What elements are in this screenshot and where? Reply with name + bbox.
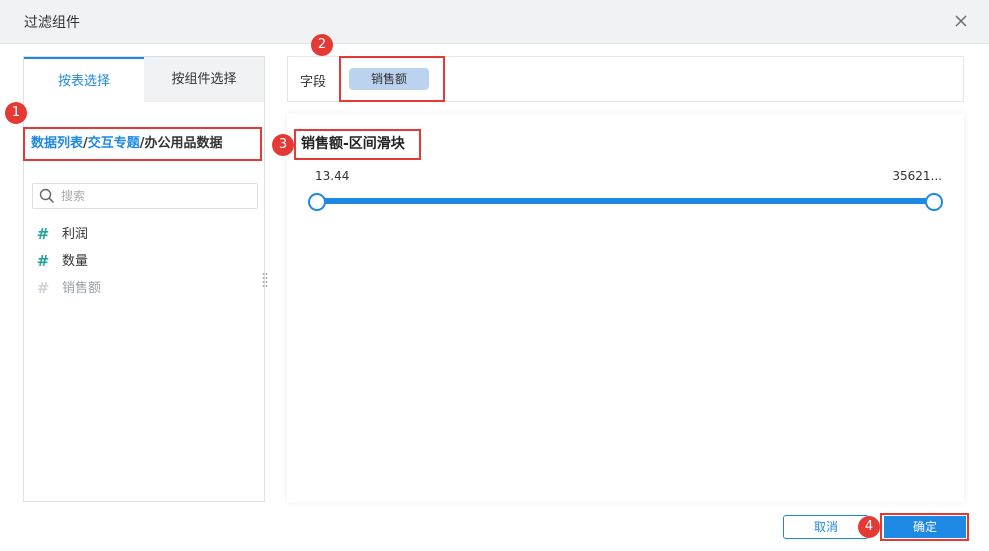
tab-by-table[interactable]: 按表选择	[24, 57, 144, 102]
field-item-quantity[interactable]: # 数量	[36, 248, 256, 275]
range-min-value: 13.44	[315, 169, 350, 183]
search-icon	[39, 188, 55, 204]
dialog-titlebar: 过滤组件	[0, 0, 989, 44]
widget-title: 销售额-区间滑块	[294, 129, 421, 160]
breadcrumb-data-list[interactable]: 数据列表	[31, 136, 83, 151]
close-icon[interactable]	[953, 13, 969, 29]
tab-by-component[interactable]: 按组件选择	[144, 57, 264, 102]
step-marker-4: 4	[858, 516, 880, 538]
slider-max-handle[interactable]	[925, 193, 943, 211]
field-label: 利润	[62, 227, 89, 242]
step-marker-1: 1	[5, 102, 27, 124]
field-chip-sales[interactable]: 销售额	[349, 68, 429, 90]
field-bar-label: 字段	[300, 75, 327, 90]
field-list: # 利润 # 数量 # 销售额	[36, 221, 256, 302]
search-box	[32, 183, 258, 209]
step-marker-2: 2	[311, 34, 333, 56]
data-source-panel: 按表选择 按组件选择 数据列表/交互专题/办公用品数据 # 利润 # 数量	[23, 56, 265, 502]
breadcrumb: 数据列表/交互专题/办公用品数据	[23, 127, 262, 161]
breadcrumb-interactive-topic[interactable]: 交互专题	[88, 136, 140, 151]
field-label: 数量	[62, 254, 89, 269]
panel-resize-handle-icon[interactable]	[262, 272, 268, 288]
field-item-profit[interactable]: # 利润	[36, 221, 256, 248]
breadcrumb-current: 办公用品数据	[144, 136, 223, 151]
field-item-sales: # 销售额	[36, 275, 256, 302]
range-max-value: 35621...	[892, 169, 942, 183]
slider-min-handle[interactable]	[308, 193, 326, 211]
cancel-button[interactable]: 取消	[783, 515, 869, 539]
confirm-button[interactable]: 确定	[884, 516, 966, 538]
filter-component-dialog: 过滤组件 按表选择 按组件选择 数据列表/交互专题/办公用品数据 搜索 # 利润…	[0, 0, 989, 551]
search-input[interactable]	[61, 187, 251, 205]
hash-icon: #	[36, 279, 50, 297]
selection-tabs: 按表选择 按组件选择	[24, 57, 264, 102]
field-label: 销售额	[62, 281, 102, 296]
step-marker-3: 3	[272, 134, 294, 156]
field-drop-bar: 字段 销售额	[287, 56, 964, 102]
dialog-title: 过滤组件	[24, 15, 80, 31]
range-slider-track[interactable]	[316, 198, 935, 204]
hash-icon: #	[36, 252, 50, 270]
widget-preview: 销售额-区间滑块 13.44 35621...	[287, 114, 964, 502]
hash-icon: #	[36, 225, 50, 243]
